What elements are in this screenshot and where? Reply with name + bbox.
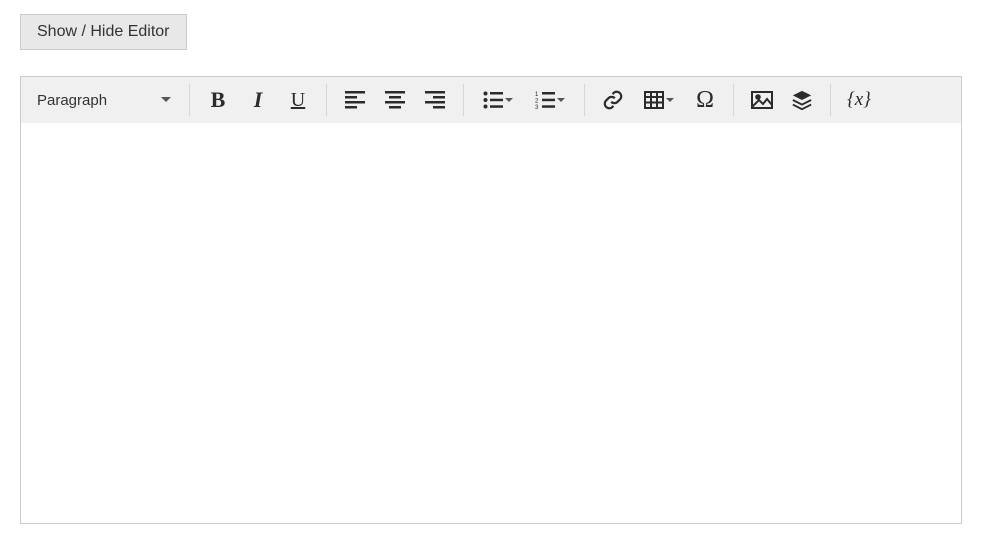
italic-icon: I [254,87,263,113]
numbered-list-icon: 1 2 3 [535,91,555,109]
list-group: 1 2 3 [468,77,580,123]
toolbar-divider [463,84,464,116]
insert-image-button[interactable] [742,81,782,119]
variable-group: {x} [835,77,883,123]
toolbar-divider [189,84,190,116]
omega-icon: Ω [696,87,714,114]
svg-text:3: 3 [535,105,539,109]
bold-icon: B [211,87,226,113]
link-icon [602,89,624,111]
align-right-icon [425,91,445,109]
chevron-down-icon [505,98,513,103]
bullet-list-icon [483,91,503,109]
underline-icon: U [291,89,305,112]
text-style-group: B I U [194,77,322,123]
table-button[interactable] [633,81,685,119]
format-group: Paragraph [27,77,185,123]
editor-wrapper: Paragraph B I U [20,76,962,524]
align-right-button[interactable] [415,81,455,119]
alignment-group [331,77,459,123]
numbered-list-button[interactable]: 1 2 3 [524,81,576,119]
image-icon [751,91,773,109]
widget-icon [791,89,813,111]
toolbar-divider [326,84,327,116]
variable-icon: {x} [847,89,871,111]
bold-button[interactable]: B [198,81,238,119]
chevron-down-icon [161,97,171,103]
format-select-label: Paragraph [37,92,161,109]
align-center-button[interactable] [375,81,415,119]
editor-toolbar: Paragraph B I U [21,77,961,123]
toolbar-divider [830,84,831,116]
toolbar-divider [733,84,734,116]
align-left-icon [345,91,365,109]
italic-button[interactable]: I [238,81,278,119]
link-button[interactable] [593,81,633,119]
svg-text:1: 1 [535,92,539,98]
bullet-list-button[interactable] [472,81,524,119]
show-hide-editor-label: Show / Hide Editor [37,23,170,40]
chevron-down-icon [666,98,674,103]
editor-content-area[interactable] [21,123,961,523]
table-icon [644,91,664,109]
insert-group-2 [738,77,826,123]
special-character-button[interactable]: Ω [685,81,725,119]
format-select[interactable]: Paragraph [31,77,181,123]
show-hide-editor-button[interactable]: Show / Hide Editor [20,14,187,50]
svg-text:2: 2 [535,99,539,105]
insert-group-1: Ω [589,77,729,123]
toolbar-divider [584,84,585,116]
underline-button[interactable]: U [278,81,318,119]
align-left-button[interactable] [335,81,375,119]
align-center-icon [385,91,405,109]
chevron-down-icon [557,98,565,103]
widget-button[interactable] [782,81,822,119]
insert-variable-button[interactable]: {x} [839,81,879,119]
